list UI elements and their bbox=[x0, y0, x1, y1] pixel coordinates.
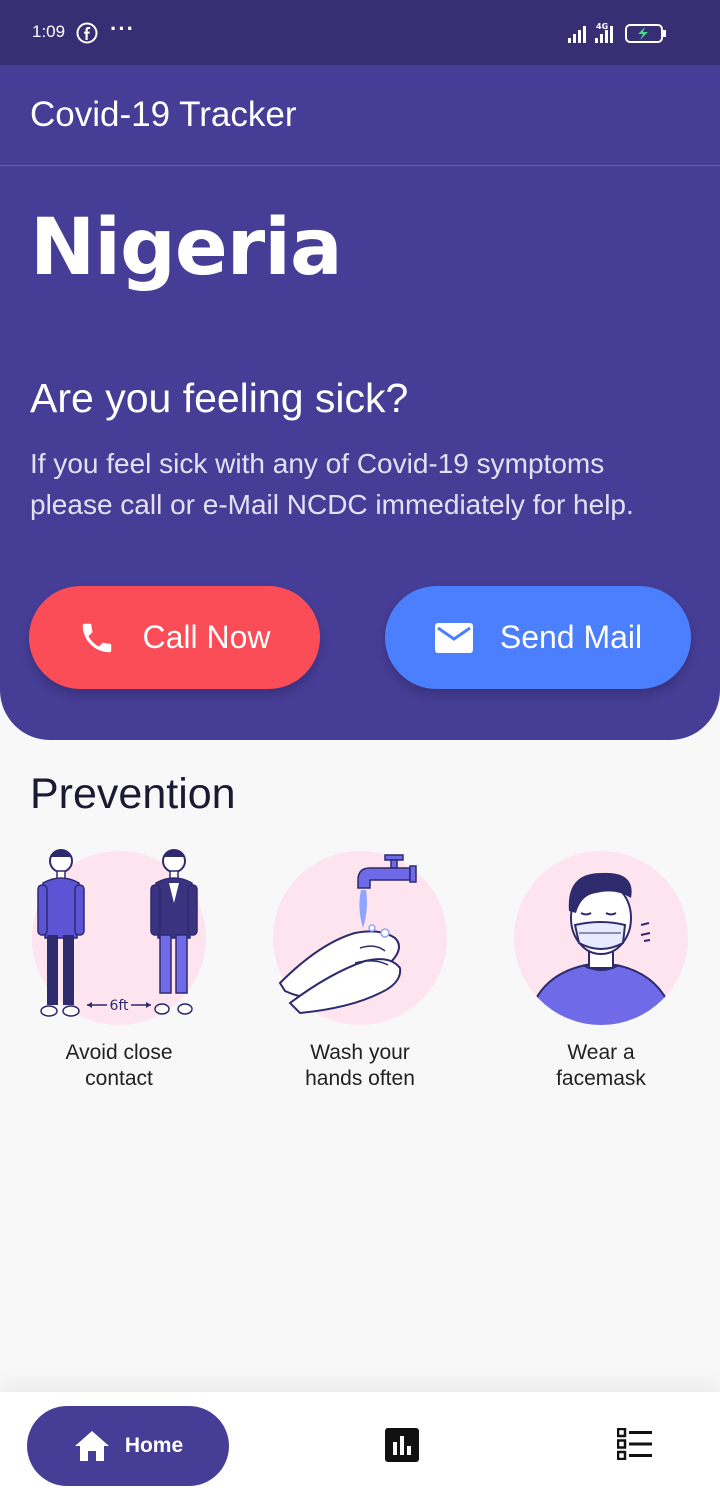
sick-title: Are you feeling sick? bbox=[30, 375, 409, 421]
prevention-label: Wash your hands often bbox=[260, 1040, 460, 1092]
svg-text:4G: 4G bbox=[596, 22, 608, 31]
prevention-label: Avoid close contact bbox=[19, 1040, 219, 1092]
nav-home-label: Home bbox=[124, 1434, 184, 1457]
status-time: 1:09 bbox=[32, 22, 66, 41]
call-now-button[interactable]: Call Now bbox=[29, 586, 320, 689]
prevention-label-line: hands often bbox=[305, 1067, 415, 1090]
prevention-label-line: Avoid close bbox=[65, 1041, 173, 1064]
stats-icon[interactable] bbox=[385, 1428, 419, 1462]
facebook-icon bbox=[76, 22, 98, 44]
hand-washing-illustration bbox=[273, 851, 447, 1025]
phone-icon bbox=[83, 623, 112, 652]
list-icon[interactable] bbox=[617, 1428, 653, 1460]
nav-home-button[interactable]: Home bbox=[27, 1406, 229, 1486]
prevention-label-line: Wear a bbox=[567, 1041, 635, 1064]
send-mail-button[interactable]: Send Mail bbox=[385, 586, 691, 689]
call-now-label: Call Now bbox=[142, 619, 271, 655]
prevention-label-line: contact bbox=[85, 1067, 153, 1090]
distance-label: 6ft bbox=[109, 998, 129, 1014]
bottom-nav: Home bbox=[0, 1392, 720, 1500]
sick-description: If you feel sick with any of Covid-19 sy… bbox=[30, 448, 634, 520]
header-panel: Covid-19 Tracker Nigeria Are you feeling… bbox=[0, 65, 720, 740]
social-distance-illustration: 6ft bbox=[32, 849, 206, 1025]
prevention-title: Prevention bbox=[30, 770, 236, 818]
signal-icon: 4G bbox=[568, 22, 666, 43]
country-name: Nigeria bbox=[30, 203, 343, 293]
more-dots-icon: ··· bbox=[110, 16, 135, 41]
header-divider bbox=[0, 165, 720, 166]
prevention-card-wash-hands: Wash your hands often bbox=[260, 843, 460, 1092]
prevention-label: Wear a facemask bbox=[501, 1040, 701, 1092]
facemask-illustration bbox=[514, 851, 688, 1025]
mail-icon bbox=[434, 622, 473, 653]
prevention-card-avoid-contact: 6ft Avoid close contact bbox=[19, 843, 219, 1092]
prevention-label-line: Wash your bbox=[310, 1041, 410, 1064]
app-title: Covid-19 Tracker bbox=[30, 95, 297, 134]
home-icon bbox=[74, 1431, 109, 1461]
prevention-label-line: facemask bbox=[556, 1067, 646, 1090]
status-bar: 1:09 ··· 4G bbox=[0, 0, 720, 65]
prevention-card-facemask: Wear a facemask bbox=[501, 843, 701, 1092]
send-mail-label: Send Mail bbox=[499, 619, 643, 655]
